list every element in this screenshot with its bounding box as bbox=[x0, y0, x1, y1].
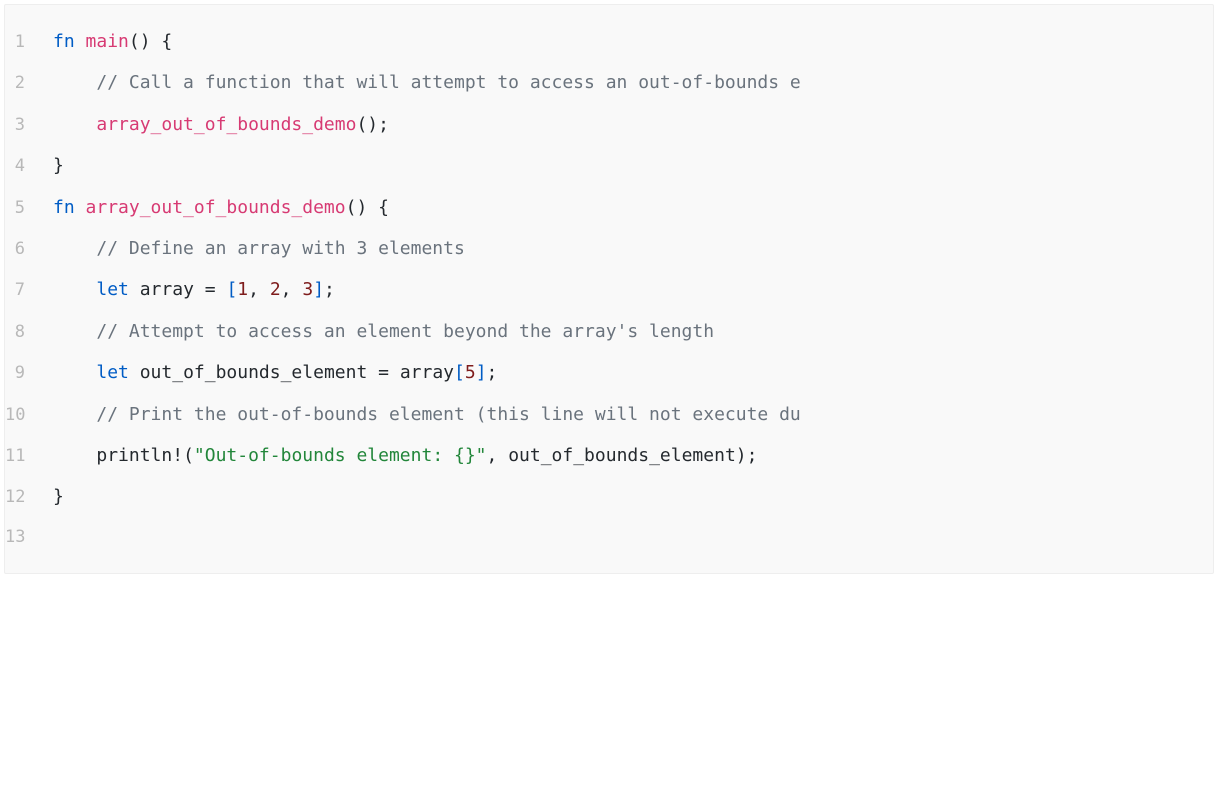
line-number: 12 bbox=[5, 478, 53, 517]
code-token: ] bbox=[313, 279, 324, 300]
code-token: , bbox=[487, 445, 509, 466]
code-line[interactable]: 7 let array = [1, 2, 3]; bbox=[5, 269, 1213, 310]
code-line[interactable]: 10 // Print the out-of-bounds element (t… bbox=[5, 394, 1213, 435]
code-token: = bbox=[205, 279, 227, 300]
code-token: array bbox=[400, 362, 454, 383]
code-token: ; bbox=[378, 114, 389, 135]
line-number: 4 bbox=[5, 147, 53, 186]
code-token: () bbox=[129, 31, 151, 52]
line-number: 5 bbox=[5, 189, 53, 228]
code-token: { bbox=[151, 31, 173, 52]
line-number: 9 bbox=[5, 354, 53, 393]
code-token: fn bbox=[53, 31, 86, 52]
code-line[interactable]: 13 bbox=[5, 518, 1213, 557]
code-line[interactable]: 5fn array_out_of_bounds_demo() { bbox=[5, 187, 1213, 228]
code-token: array bbox=[140, 279, 205, 300]
code-line[interactable]: 8 // Attempt to access an element beyond… bbox=[5, 311, 1213, 352]
code-token: [ bbox=[454, 362, 465, 383]
line-number: 11 bbox=[5, 437, 53, 476]
code-token: 1 bbox=[237, 279, 248, 300]
code-content[interactable]: let array = [1, 2, 3]; bbox=[53, 269, 1213, 310]
code-token: array_out_of_bounds_demo bbox=[96, 114, 356, 135]
code-content[interactable]: // Attempt to access an element beyond t… bbox=[53, 311, 1213, 352]
code-token: () bbox=[356, 114, 378, 135]
code-token: ( bbox=[183, 445, 194, 466]
line-number: 8 bbox=[5, 313, 53, 352]
code-content[interactable]: array_out_of_bounds_demo(); bbox=[53, 104, 1213, 145]
code-token: ] bbox=[476, 362, 487, 383]
code-token: array_out_of_bounds_demo bbox=[86, 197, 346, 218]
code-token: let bbox=[96, 279, 139, 300]
code-token: // Print the out-of-bounds element (this… bbox=[96, 404, 800, 425]
code-token: [ bbox=[226, 279, 237, 300]
code-token: , bbox=[281, 279, 303, 300]
code-token: ) bbox=[736, 445, 747, 466]
code-content[interactable]: // Define an array with 3 elements bbox=[53, 228, 1213, 269]
code-content[interactable]: // Call a function that will attempt to … bbox=[53, 62, 1213, 103]
code-token: fn bbox=[53, 197, 86, 218]
code-line[interactable]: 3 array_out_of_bounds_demo(); bbox=[5, 104, 1213, 145]
code-token: // Attempt to access an element beyond t… bbox=[96, 321, 714, 342]
code-token: println! bbox=[96, 445, 183, 466]
code-token: 5 bbox=[465, 362, 476, 383]
code-content[interactable]: let out_of_bounds_element = array[5]; bbox=[53, 352, 1213, 393]
code-token: { bbox=[367, 197, 389, 218]
code-token: } bbox=[53, 155, 64, 176]
line-number: 13 bbox=[5, 518, 53, 557]
code-content[interactable]: println!("Out-of-bounds element: {}", ou… bbox=[53, 435, 1213, 476]
code-block: 1fn main() {2 // Call a function that wi… bbox=[4, 4, 1214, 574]
code-token: out_of_bounds_element bbox=[140, 362, 378, 383]
code-line[interactable]: 9 let out_of_bounds_element = array[5]; bbox=[5, 352, 1213, 393]
line-number: 2 bbox=[5, 64, 53, 103]
code-token: ; bbox=[747, 445, 758, 466]
code-token: 2 bbox=[270, 279, 281, 300]
code-line[interactable]: 11 println!("Out-of-bounds element: {}",… bbox=[5, 435, 1213, 476]
code-content[interactable]: } bbox=[53, 145, 1213, 186]
code-content[interactable]: fn main() { bbox=[53, 21, 1213, 62]
code-token: = bbox=[378, 362, 400, 383]
code-line[interactable]: 1fn main() { bbox=[5, 21, 1213, 62]
code-token: } bbox=[53, 486, 64, 507]
code-token: () bbox=[346, 197, 368, 218]
code-line[interactable]: 6 // Define an array with 3 elements bbox=[5, 228, 1213, 269]
code-line[interactable]: 4} bbox=[5, 145, 1213, 186]
code-token: 3 bbox=[302, 279, 313, 300]
code-token: ; bbox=[324, 279, 335, 300]
code-token: main bbox=[86, 31, 129, 52]
code-content[interactable]: fn array_out_of_bounds_demo() { bbox=[53, 187, 1213, 228]
code-token: "Out-of-bounds element: {}" bbox=[194, 445, 487, 466]
code-line[interactable]: 2 // Call a function that will attempt t… bbox=[5, 62, 1213, 103]
code-content[interactable]: } bbox=[53, 476, 1213, 517]
line-number: 3 bbox=[5, 106, 53, 145]
code-token: let bbox=[96, 362, 139, 383]
line-number: 7 bbox=[5, 271, 53, 310]
code-token: , bbox=[248, 279, 270, 300]
code-content[interactable]: // Print the out-of-bounds element (this… bbox=[53, 394, 1213, 435]
code-line[interactable]: 12} bbox=[5, 476, 1213, 517]
line-number: 10 bbox=[5, 396, 53, 435]
code-token: ; bbox=[487, 362, 498, 383]
code-token: // Define an array with 3 elements bbox=[96, 238, 464, 259]
line-number: 1 bbox=[5, 23, 53, 62]
line-number: 6 bbox=[5, 230, 53, 269]
code-token: out_of_bounds_element bbox=[508, 445, 736, 466]
code-token: // Call a function that will attempt to … bbox=[96, 72, 800, 93]
